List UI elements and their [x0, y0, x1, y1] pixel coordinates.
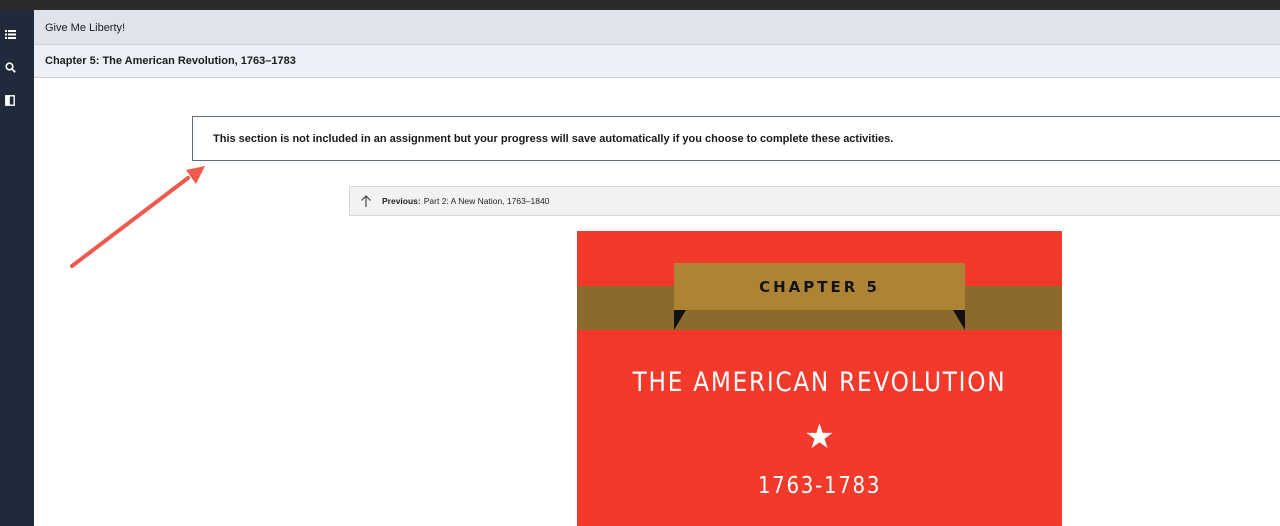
cover-title: THE AMERICAN REVOLUTION: [632, 367, 1007, 398]
arrow-up-icon: [361, 195, 371, 207]
assignment-notice-box: This section is not included in an assig…: [192, 116, 1280, 161]
book-title[interactable]: Give Me Liberty!: [45, 22, 125, 34]
previous-section-title: Part 2: A New Nation, 1763–1840: [423, 196, 550, 206]
star-icon: ★: [804, 418, 835, 456]
book-title-bar: Give Me Liberty!: [34, 10, 1280, 45]
chapter-label: CHAPTER 5: [759, 277, 880, 296]
previous-label: Previous:: [382, 196, 421, 206]
chapter-ribbon: CHAPTER 5: [674, 263, 965, 310]
cover-years: 1763-1783: [757, 473, 882, 499]
chapter-cover-image: CHAPTER 5 THE AMERICAN REVOLUTION ★ 1763…: [577, 231, 1062, 526]
chapter-title-bar: Chapter 5: The American Revolution, 1763…: [34, 45, 1280, 78]
notebook-icon[interactable]: [0, 90, 20, 110]
search-icon[interactable]: [0, 57, 20, 77]
assignment-notice-text: This section is not included in an assig…: [213, 133, 894, 145]
annotation-arrow: [70, 166, 205, 268]
chapter-title: Chapter 5: The American Revolution, 1763…: [45, 55, 296, 67]
ribbon-fold-left: [674, 310, 686, 330]
left-toolbar: [0, 10, 34, 526]
window-top-strip: [0, 0, 1280, 10]
table-of-contents-icon[interactable]: [0, 24, 20, 44]
previous-section-link[interactable]: Previous: Part 2: A New Nation, 1763–184…: [349, 186, 1280, 216]
ribbon-fold-right: [953, 310, 965, 330]
